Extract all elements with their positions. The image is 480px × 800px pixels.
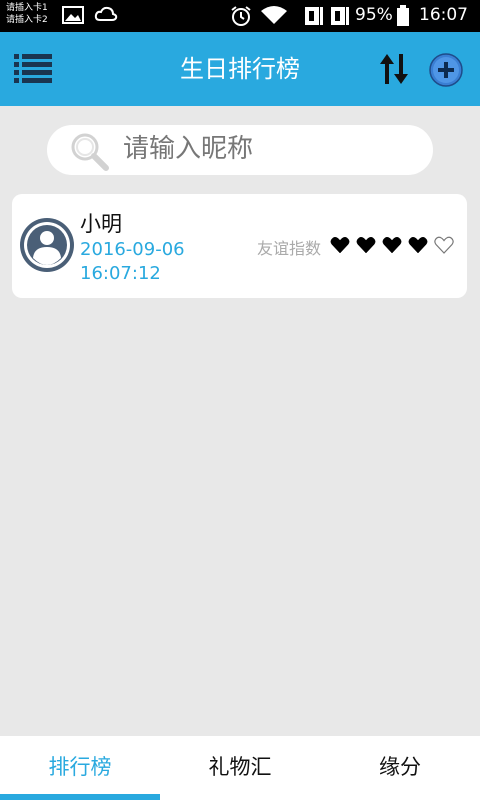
search-input[interactable] <box>123 129 413 169</box>
sim-status: 请插入卡1 请插入卡2 <box>6 2 48 26</box>
plus-circle-icon[interactable] <box>428 52 464 88</box>
tab-fate[interactable]: 缘分 <box>320 736 480 800</box>
sim1-text: 请插入卡1 <box>6 3 48 13</box>
search-bar <box>47 125 433 175</box>
bottom-tab-bar: 排行榜 礼物汇 缘分 <box>0 736 480 800</box>
alarm-icon <box>231 6 251 26</box>
sim2-signal-icon <box>331 7 349 25</box>
battery-icon <box>397 5 409 26</box>
avatar-icon <box>20 218 74 272</box>
magnifier-icon <box>71 133 109 171</box>
sim1-signal-icon <box>305 7 323 25</box>
friendship-rating <box>330 236 460 254</box>
tab-gifts[interactable]: 礼物汇 <box>160 736 320 800</box>
active-tab-indicator <box>0 794 160 800</box>
heart-filled-icon <box>408 237 428 254</box>
gallery-icon <box>62 6 84 24</box>
status-bar: 请插入卡1 请插入卡2 95% 16:07 <box>0 0 480 32</box>
friend-time: 16:07:12 <box>80 263 161 284</box>
sort-up-down-icon[interactable] <box>378 52 410 86</box>
cloud-icon <box>94 6 118 21</box>
heart-filled-icon <box>382 237 402 254</box>
heart-filled-icon <box>356 237 376 254</box>
app-header: 生日排行榜 <box>0 32 480 106</box>
friendship-label: 友谊指数 <box>257 239 322 258</box>
battery-percent: 95% <box>355 5 393 25</box>
wifi-icon <box>261 6 287 24</box>
friend-card[interactable]: 小明 2016-09-06 16:07:12 友谊指数 <box>12 194 467 298</box>
heart-empty-icon <box>434 236 454 254</box>
friend-date: 2016-09-06 <box>80 239 185 260</box>
heart-filled-icon <box>330 237 350 254</box>
friend-name: 小明 <box>80 212 122 236</box>
clock: 16:07 <box>419 5 468 25</box>
tab-ranking[interactable]: 排行榜 <box>0 736 160 800</box>
sim2-text: 请插入卡2 <box>6 15 48 25</box>
